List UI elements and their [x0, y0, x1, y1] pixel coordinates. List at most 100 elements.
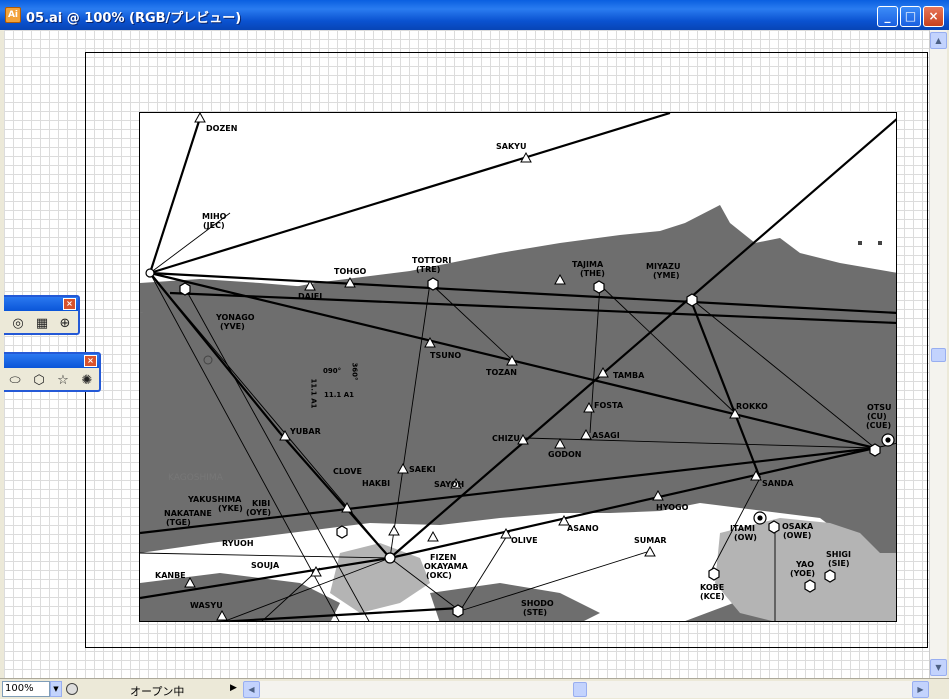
- illustrator-document-window: Ai 05.ai @ 100% (RGB/プレビュー) _ □ × DOZEN …: [0, 0, 949, 699]
- label-miyazu: MIYAZU: [646, 262, 681, 271]
- title-bar[interactable]: Ai 05.ai @ 100% (RGB/プレビュー) _ □ ×: [0, 0, 949, 30]
- label-chizu: CHIZU: [492, 434, 520, 443]
- maximize-button[interactable]: □: [900, 6, 921, 27]
- vertical-scrollbar[interactable]: ▲ ▼: [929, 30, 947, 678]
- label-ste: (STE): [523, 608, 547, 617]
- spiral-tool-icon[interactable]: ◎: [8, 316, 28, 332]
- label-hyogo: HYOGO: [656, 503, 689, 512]
- label-cu: (CU): [867, 412, 887, 421]
- label-oye: (OYE): [246, 508, 272, 517]
- label-ryuoh: RYUOH: [222, 539, 254, 548]
- label-asano: ASANO: [567, 524, 599, 533]
- label-olive: OLIVE: [511, 536, 538, 545]
- label-jec: (JEC): [203, 221, 225, 230]
- status-info-icon[interactable]: [66, 683, 78, 695]
- label-otsu: OTSU: [867, 403, 892, 412]
- label-sayoh: SAYOH: [434, 480, 465, 489]
- label-fizen: FIZEN: [430, 553, 457, 562]
- label-yoe: (YOE): [790, 569, 816, 578]
- label-yonago: YONAGO: [216, 313, 255, 322]
- close-button[interactable]: ×: [923, 6, 944, 27]
- label-yubar: YUBAR: [290, 427, 321, 436]
- label-yve: (YVE): [220, 322, 245, 331]
- label-osaka: OSAKA: [782, 522, 814, 531]
- label-kagoshima: KAGOSHIMA: [168, 473, 223, 483]
- horizontal-scrollbar[interactable]: ◀ ▶: [243, 681, 929, 698]
- label-yao: YAO: [796, 560, 815, 569]
- label-heading-360: 360°: [350, 362, 359, 381]
- label-tge: (TGE): [166, 518, 191, 527]
- label-sanda: SANDA: [762, 479, 794, 488]
- ellipse-tool-icon[interactable]: ⬭: [5, 373, 25, 389]
- label-shigi: SHIGI: [826, 550, 851, 559]
- scroll-right-button[interactable]: ▶: [912, 681, 929, 698]
- scroll-up-button[interactable]: ▲: [930, 32, 947, 49]
- label-tsuno: TSUNO: [430, 351, 462, 360]
- vertical-scroll-thumb[interactable]: [931, 348, 946, 362]
- label-tamba: TAMBA: [613, 371, 645, 380]
- map-graphic: [140, 113, 896, 621]
- label-sakyu: SAKYU: [496, 142, 527, 151]
- label-yakushima: YAKUSHIMA: [188, 495, 242, 504]
- minimize-button[interactable]: _: [877, 6, 898, 27]
- scroll-left-button[interactable]: ◀: [243, 681, 260, 698]
- label-nakatane: NAKATANE: [164, 509, 212, 518]
- label-tohgo: TOHGO: [334, 267, 367, 276]
- label-miho: MIHO: [202, 212, 227, 221]
- status-menu-arrow-icon[interactable]: ▶: [230, 683, 237, 693]
- label-tozan: TOZAN: [486, 368, 517, 377]
- label-fosta: FOSTA: [594, 401, 624, 410]
- dot-marker-1: [858, 241, 862, 245]
- label-sie: (SIE): [828, 559, 850, 568]
- label-clove: CLOVE: [333, 467, 362, 476]
- label-tottori: TOTTORI: [412, 256, 452, 265]
- label-okc: (OKC): [426, 571, 452, 580]
- flare-tool-icon[interactable]: ✺: [77, 373, 97, 389]
- horizontal-scroll-thumb[interactable]: [573, 682, 587, 697]
- label-itami: ITAMI: [730, 524, 755, 533]
- dot-marker-2: [878, 241, 882, 245]
- window-title: 05.ai @ 100% (RGB/プレビュー): [26, 11, 242, 26]
- scroll-down-button[interactable]: ▼: [930, 659, 947, 676]
- label-kibi: KIBI: [252, 499, 271, 508]
- document-canvas[interactable]: DOZEN SAKYU MIHO (JEC) TOTTORI (TRE) TOH…: [4, 30, 929, 678]
- star-tool-icon[interactable]: ☆: [53, 373, 73, 389]
- label-tajima: TAJIMA: [572, 260, 604, 269]
- label-hakbi: HAKBI: [362, 479, 391, 488]
- label-tre: (TRE): [416, 265, 441, 274]
- rectangular-grid-tool-icon[interactable]: ▦: [32, 316, 52, 332]
- label-kanbe: KANBE: [155, 571, 186, 580]
- polygon-tool-icon[interactable]: ⬡: [29, 373, 49, 389]
- label-cue: (CUE): [866, 421, 892, 430]
- label-kobe: KOBE: [700, 583, 725, 592]
- label-shodo: SHODO: [521, 599, 554, 608]
- polar-grid-tool-icon[interactable]: ⊕: [55, 316, 75, 332]
- zoom-dropdown-arrow[interactable]: ▼: [50, 681, 62, 697]
- label-okayama: OKAYAMA: [424, 562, 468, 571]
- label-kce: (KCE): [700, 592, 725, 601]
- label-wasyu: WASYU: [190, 601, 223, 610]
- label-souja: SOUJA: [251, 561, 280, 570]
- label-dozen: DOZEN: [206, 124, 238, 133]
- label-heading-090: 090°: [323, 367, 342, 375]
- label-asagi: ASAGI: [592, 431, 620, 440]
- label-godon: GODON: [548, 450, 582, 459]
- label-sumar: SUMAR: [634, 536, 667, 545]
- label-airway-a1-right: 11.1 A1: [324, 391, 354, 399]
- label-yke: (YKE): [218, 504, 243, 513]
- label-saeki: SAEKI: [409, 465, 436, 474]
- shape-tools-palette[interactable]: × ⬭ ⬡ ☆ ✺: [4, 352, 101, 392]
- zoom-level-field[interactable]: 100%: [2, 681, 50, 697]
- airspace-map-artwork[interactable]: DOZEN SAKYU MIHO (JEC) TOTTORI (TRE) TOH…: [139, 112, 897, 622]
- label-daiei: DAIEI: [298, 292, 323, 301]
- grid-tools-palette[interactable]: × ◎ ▦ ⊕: [4, 295, 80, 335]
- label-ow: (OW): [734, 533, 757, 542]
- palette-close-button[interactable]: ×: [63, 298, 76, 310]
- label-yme: (YME): [653, 271, 680, 280]
- status-bar: 100% ▼ オープン中 ▶ ◀ ▶: [0, 678, 949, 699]
- status-text[interactable]: オープン中: [130, 683, 184, 699]
- palette-close-button[interactable]: ×: [84, 355, 97, 367]
- label-owe: (OWE): [783, 531, 812, 540]
- illustrator-app-icon[interactable]: Ai: [5, 7, 21, 23]
- label-the: (THE): [580, 269, 605, 278]
